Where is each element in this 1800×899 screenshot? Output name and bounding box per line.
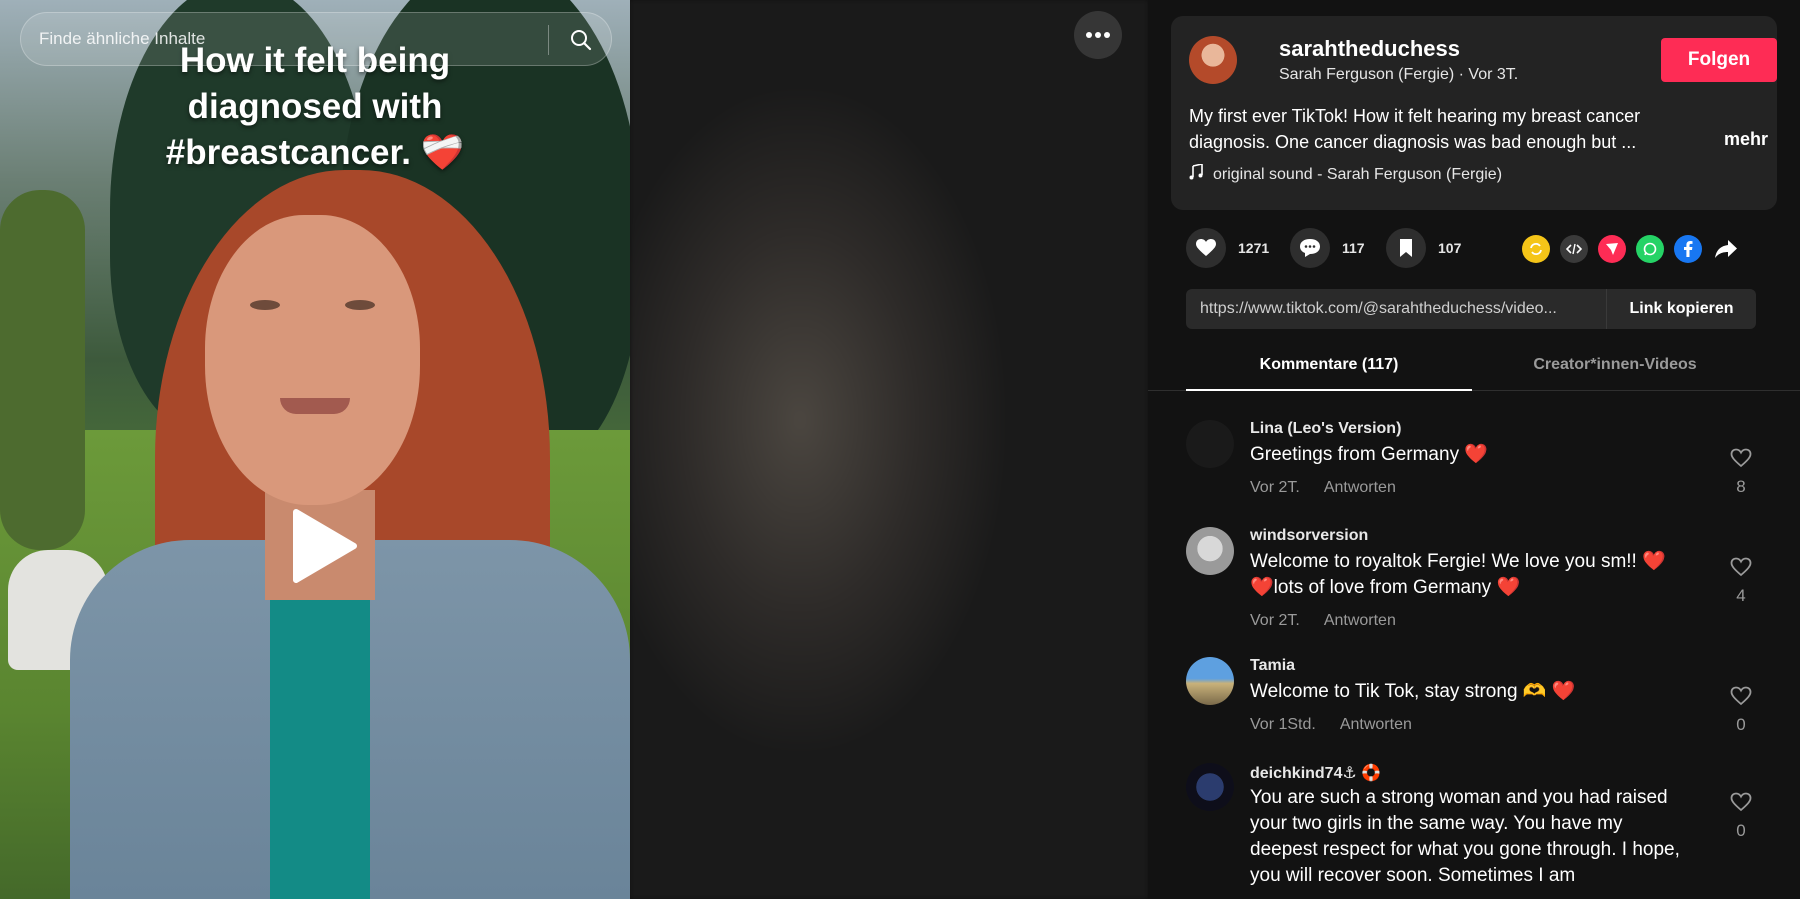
heart-outline-icon: [1730, 792, 1752, 812]
person-eye: [345, 300, 375, 310]
comment-text: Welcome to Tik Tok, stay strong 🫶 ❤️: [1250, 681, 1576, 702]
person-shirt: [270, 580, 370, 899]
tab-comments[interactable]: Kommentare (117): [1186, 347, 1472, 391]
like-count: 1271: [1238, 240, 1270, 256]
comment-like-button[interactable]: 8: [1726, 448, 1756, 497]
video-player[interactable]: How it felt being diagnosed with #breast…: [0, 0, 1148, 899]
side-panel: sarahtheduchess Sarah Ferguson (Fergie) …: [1148, 0, 1800, 899]
comment-text: Welcome to royaltok Fergie! We love you …: [1250, 551, 1666, 598]
post-date: Vor 3T.: [1468, 66, 1519, 83]
comment-like-button[interactable]: 4: [1726, 557, 1756, 606]
comment-avatar[interactable]: [1186, 420, 1234, 468]
comment-meta: Vor 2T. Antworten: [1250, 479, 1396, 497]
comment-text: Greetings from Germany ❤️: [1250, 444, 1489, 465]
comment-username[interactable]: Lina (Leo's Version): [1250, 420, 1401, 438]
music-note-icon: [1189, 163, 1203, 185]
save-button[interactable]: 107: [1386, 228, 1461, 268]
comment-text: You are such a strong woman and you had …: [1250, 787, 1680, 886]
play-icon[interactable]: [288, 508, 358, 584]
save-count: 107: [1438, 240, 1462, 256]
description-more-link[interactable]: mehr: [1724, 129, 1768, 150]
comment-avatar[interactable]: [1186, 763, 1234, 811]
comment-like-button[interactable]: 0: [1726, 792, 1756, 841]
person-mouth: [280, 398, 350, 414]
repost-icon[interactable]: [1522, 235, 1550, 263]
author-username[interactable]: sarahtheduchess: [1279, 36, 1460, 62]
comment-meta: Vor 2T. Antworten: [1250, 612, 1396, 630]
panel-tabs: Kommentare (117) Creator*innen-Videos: [1148, 347, 1800, 391]
bookmark-icon: [1386, 228, 1426, 268]
reply-button[interactable]: Antworten: [1324, 479, 1396, 496]
comment-avatar[interactable]: [1186, 657, 1234, 705]
comment-time: Vor 2T.: [1250, 612, 1300, 629]
comment-button[interactable]: 117: [1290, 228, 1365, 268]
comment-item: Tamia Welcome to Tik Tok, stay strong 🫶 …: [1186, 657, 1776, 747]
comment-time: Vor 2T.: [1250, 479, 1300, 496]
comment-avatar[interactable]: [1186, 527, 1234, 575]
send-to-friends-icon[interactable]: [1598, 235, 1626, 263]
search-icon[interactable]: [561, 20, 601, 60]
comment-item: windsorversion Welcome to royaltok Fergi…: [1186, 527, 1776, 637]
more-options-icon[interactable]: [1074, 11, 1122, 59]
search-bar: [20, 12, 612, 66]
comment-meta: Vor 1Std. Antworten: [1250, 716, 1412, 734]
comment-time: Vor 1Std.: [1250, 716, 1316, 733]
comment-item: Lina (Leo's Version) Greetings from Germ…: [1186, 420, 1776, 520]
person-face: [205, 215, 420, 505]
comment-item: deichkind74⚓ 🛟 You are such a strong wom…: [1186, 763, 1776, 899]
heart-icon: [1186, 228, 1226, 268]
tab-creator-videos[interactable]: Creator*innen-Videos: [1472, 347, 1758, 391]
search-divider: [548, 25, 549, 55]
sound-name: original sound - Sarah Ferguson (Fergie): [1213, 165, 1503, 183]
comment-username[interactable]: windsorversion: [1250, 527, 1368, 545]
comment-icon: [1290, 228, 1330, 268]
hedge: [0, 190, 85, 550]
actions-row: 1271 117 107: [1186, 228, 1756, 270]
video-frame[interactable]: How it felt being diagnosed with #breast…: [0, 0, 630, 899]
embed-icon[interactable]: [1560, 235, 1588, 263]
heart-outline-icon: [1730, 686, 1752, 706]
reply-button[interactable]: Antworten: [1324, 612, 1396, 629]
video-description: My first ever TikTok! How it felt hearin…: [1189, 106, 1641, 152]
copy-link-button[interactable]: Link kopieren: [1606, 289, 1756, 329]
author-display-name[interactable]: Sarah Ferguson (Fergie): [1279, 66, 1454, 83]
comment-like-count: 8: [1736, 477, 1746, 496]
search-input[interactable]: [39, 13, 539, 65]
meta-separator: ·: [1458, 66, 1469, 83]
comment-like-count: 0: [1736, 715, 1746, 734]
share-link-box: https://www.tiktok.com/@sarahtheduchess/…: [1186, 289, 1756, 329]
heart-outline-icon: [1730, 448, 1752, 468]
sound-link[interactable]: original sound - Sarah Ferguson (Fergie): [1189, 163, 1503, 185]
share-link-url[interactable]: https://www.tiktok.com/@sarahtheduchess/…: [1200, 289, 1600, 329]
comment-count: 117: [1342, 240, 1365, 256]
follow-button[interactable]: Folgen: [1661, 38, 1777, 82]
comment-username[interactable]: Tamia: [1250, 657, 1295, 675]
whatsapp-icon[interactable]: [1636, 235, 1664, 263]
like-button[interactable]: 1271: [1186, 228, 1269, 268]
person-eye: [250, 300, 280, 310]
video-blurred-background: [630, 0, 1148, 899]
comment-username[interactable]: deichkind74⚓ 🛟: [1250, 763, 1381, 783]
author-card: sarahtheduchess Sarah Ferguson (Fergie) …: [1171, 16, 1777, 210]
author-meta: Sarah Ferguson (Fergie) · Vor 3T.: [1279, 66, 1518, 84]
comment-like-count: 4: [1736, 586, 1746, 605]
comment-like-button[interactable]: 0: [1726, 686, 1756, 735]
heart-outline-icon: [1730, 557, 1752, 577]
facebook-icon[interactable]: [1674, 235, 1702, 263]
share-arrow-icon[interactable]: [1712, 235, 1740, 263]
reply-button[interactable]: Antworten: [1340, 716, 1412, 733]
author-avatar[interactable]: [1189, 36, 1237, 84]
comment-like-count: 0: [1736, 821, 1746, 840]
